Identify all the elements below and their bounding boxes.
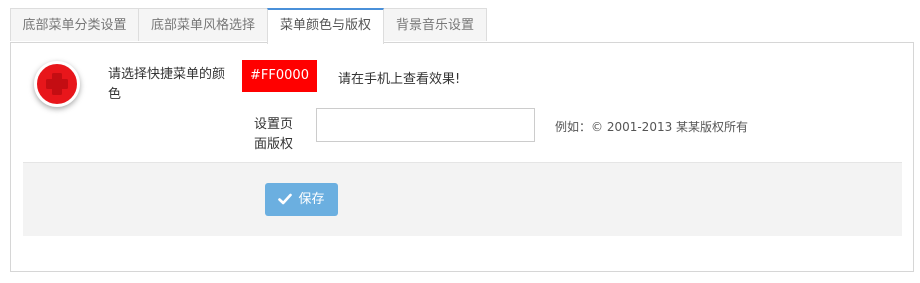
form-footer: 保存 [23, 162, 902, 236]
copyright-label: 设置页面版权 [254, 117, 294, 152]
copyright-example: 例如：© 2001-2013 某某版权所有 [555, 120, 749, 134]
copyright-input[interactable] [316, 108, 535, 142]
tab-bottom-menu-category[interactable]: 底部菜单分类设置 [10, 8, 139, 41]
tab-background-music[interactable]: 背景音乐设置 [383, 8, 487, 41]
settings-panel: 请选择快捷菜单的颜色 #FF0000 请在手机上查看效果! 设置页面版权 例如：… [10, 42, 914, 272]
plus-circle-icon [34, 61, 80, 107]
tab-bottom-menu-style[interactable]: 底部菜单风格选择 [138, 8, 268, 41]
tab-menu-color-copyright[interactable]: 菜单颜色与版权 [267, 8, 384, 44]
color-picker[interactable]: #FF0000 [242, 60, 317, 92]
save-button-label: 保存 [298, 192, 325, 207]
color-label: 请选择快捷菜单的颜色 [108, 67, 226, 102]
preview-hint: 请在手机上查看效果! [338, 72, 461, 87]
check-icon [278, 193, 293, 205]
save-button[interactable]: 保存 [265, 183, 338, 216]
tab-bar: 底部菜单分类设置 底部菜单风格选择 菜单颜色与版权 背景音乐设置 [10, 8, 914, 44]
